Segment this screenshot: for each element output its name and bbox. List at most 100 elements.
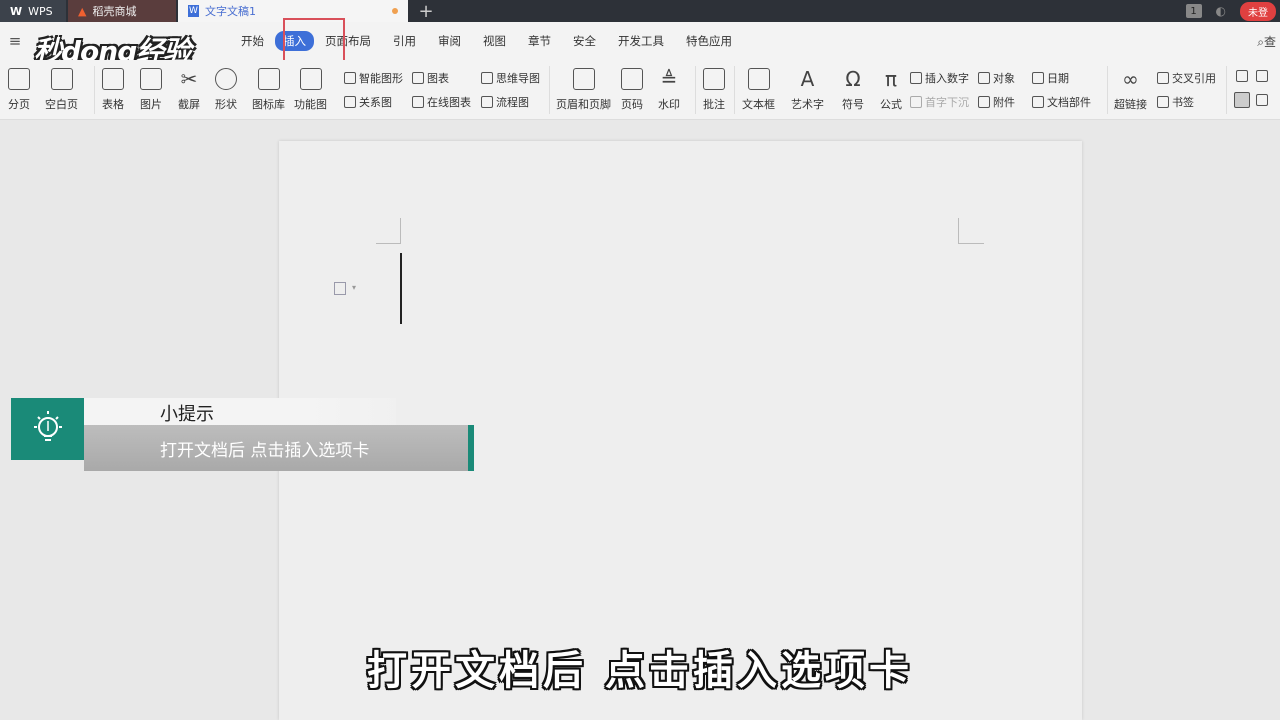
- paragraph-options-icon[interactable]: [334, 282, 346, 295]
- text-cursor: [400, 253, 402, 324]
- tool-label: 符号: [842, 98, 864, 111]
- text-direction-button[interactable]: [1236, 70, 1248, 82]
- drop-cap-button[interactable]: 首字下沉: [910, 94, 969, 110]
- new-tab-button[interactable]: +: [408, 0, 444, 22]
- tool-label: 书签: [1172, 96, 1194, 109]
- image-frame-icon: [1256, 94, 1268, 106]
- screenshot-button[interactable]: ✂ 截屏: [178, 68, 200, 112]
- separator: [734, 66, 735, 114]
- paperclip-icon: [978, 96, 990, 108]
- tab-developer[interactable]: 开发工具: [607, 22, 675, 60]
- image-frame-button[interactable]: [1256, 94, 1268, 106]
- chart-button[interactable]: 图表: [412, 70, 449, 86]
- checkbox-icon: [1256, 70, 1268, 82]
- blank-page-button[interactable]: 空白页: [45, 68, 78, 112]
- frame-icon: [1234, 92, 1250, 108]
- page-number-icon: [621, 68, 643, 90]
- tab-store[interactable]: ▲ 稻壳商城: [68, 0, 176, 22]
- comment-button[interactable]: 批注: [703, 68, 725, 112]
- online-chart-button[interactable]: 在线图表: [412, 94, 471, 110]
- login-button[interactable]: 未登: [1240, 1, 1276, 21]
- skin-icon[interactable]: ◐: [1216, 4, 1226, 18]
- watermark-button[interactable]: ≜ 水印: [658, 68, 680, 112]
- insert-number-button[interactable]: 插入数字: [910, 70, 969, 86]
- video-subtitle: 打开文档后 点击插入选项卡: [367, 648, 913, 694]
- checkbox-button[interactable]: [1256, 70, 1268, 82]
- page-break-icon: [8, 68, 30, 90]
- bookmark-button[interactable]: 书签: [1157, 94, 1194, 110]
- tip-title-bar: [84, 398, 396, 425]
- smart-shape-icon: [344, 72, 356, 84]
- header-footer-button[interactable]: 页眉和页脚: [556, 68, 611, 112]
- tab-document[interactable]: W 文字文稿1: [178, 0, 408, 22]
- relation-chart-icon: [344, 96, 356, 108]
- table-button[interactable]: 表格: [102, 68, 124, 112]
- tip-icon-box: [11, 398, 84, 460]
- tool-label: 水印: [658, 98, 680, 111]
- page-break-button[interactable]: 分页: [8, 68, 30, 112]
- tool-label: 图标库: [252, 98, 285, 111]
- date-button[interactable]: 日期: [1032, 70, 1069, 86]
- tab-references[interactable]: 引用: [382, 22, 427, 60]
- tab-view[interactable]: 视图: [472, 22, 517, 60]
- tool-label: 页码: [621, 98, 643, 111]
- unsaved-dot-icon: [392, 8, 398, 14]
- picture-button[interactable]: 图片: [140, 68, 162, 112]
- cross-reference-icon: [1157, 72, 1169, 84]
- flame-icon: ▲: [78, 4, 87, 18]
- wordart-button[interactable]: A 艺术字: [791, 68, 824, 112]
- tab-label: 稻壳商城: [92, 5, 137, 18]
- tab-home[interactable]: 开始: [230, 22, 275, 60]
- tab-label: WPS: [28, 4, 53, 18]
- tool-label: 批注: [703, 98, 725, 111]
- tool-label: 流程图: [496, 96, 529, 109]
- hyperlink-button[interactable]: ∞ 超链接: [1114, 68, 1147, 112]
- tool-label: 对象: [993, 72, 1015, 85]
- cross-reference-button[interactable]: 交叉引用: [1157, 70, 1216, 86]
- flowchart-icon: [481, 96, 493, 108]
- page-number-button[interactable]: 页码: [621, 68, 643, 112]
- tool-label: 关系图: [359, 96, 392, 109]
- shape-icon: [215, 68, 237, 90]
- separator: [94, 66, 95, 114]
- search-button[interactable]: ⌕查: [1257, 33, 1280, 50]
- tab-page-layout[interactable]: 页面布局: [314, 22, 382, 60]
- attachment-button[interactable]: 附件: [978, 94, 1015, 110]
- tab-review[interactable]: 审阅: [427, 22, 472, 60]
- online-chart-icon: [412, 96, 424, 108]
- ribbon-toolbar: 分页 空白页 表格 图片 ✂ 截屏 形状 图标库 功能图 智能图形 图表 思维导图…: [0, 60, 1280, 120]
- smart-shape-button[interactable]: 智能图形: [344, 70, 403, 86]
- flowchart-button[interactable]: 流程图: [481, 94, 529, 110]
- tab-special[interactable]: 特色应用: [675, 22, 743, 60]
- tool-label: 图片: [140, 98, 162, 111]
- symbol-button[interactable]: Ω 符号: [842, 68, 864, 112]
- doc-parts-button[interactable]: 文档部件: [1032, 94, 1091, 110]
- tab-insert[interactable]: 插入: [275, 31, 314, 51]
- tool-label: 分页: [8, 98, 30, 111]
- tool-label: 思维导图: [496, 72, 540, 85]
- formula-button[interactable]: π 公式: [880, 68, 902, 112]
- window-count-badge[interactable]: 1: [1185, 4, 1202, 18]
- function-chart-button[interactable]: 功能图: [294, 68, 327, 112]
- textbox-button[interactable]: 文本框: [742, 68, 775, 112]
- tab-wps[interactable]: W WPS: [0, 0, 66, 22]
- tool-label: 页眉和页脚: [556, 98, 611, 111]
- tool-label: 图表: [427, 72, 449, 85]
- tab-chapter[interactable]: 章节: [517, 22, 562, 60]
- icon-library-button[interactable]: 图标库: [252, 68, 285, 112]
- insert-number-icon: [910, 72, 922, 84]
- frame-button[interactable]: [1234, 92, 1250, 108]
- mindmap-button[interactable]: 思维导图: [481, 70, 540, 86]
- bookmark-icon: [1157, 96, 1169, 108]
- relation-chart-button[interactable]: 关系图: [344, 94, 392, 110]
- tool-label: 首字下沉: [925, 96, 969, 109]
- search-icon: ⌕: [1257, 34, 1264, 49]
- tool-label: 截屏: [178, 98, 200, 111]
- object-button[interactable]: 对象: [978, 70, 1015, 86]
- omega-icon: Ω: [845, 67, 861, 91]
- text-direction-icon: [1236, 70, 1248, 82]
- plus-icon: +: [418, 0, 434, 22]
- menu-icon[interactable]: ≡: [0, 32, 30, 50]
- tab-security[interactable]: 安全: [562, 22, 607, 60]
- shape-button[interactable]: 形状: [215, 68, 237, 112]
